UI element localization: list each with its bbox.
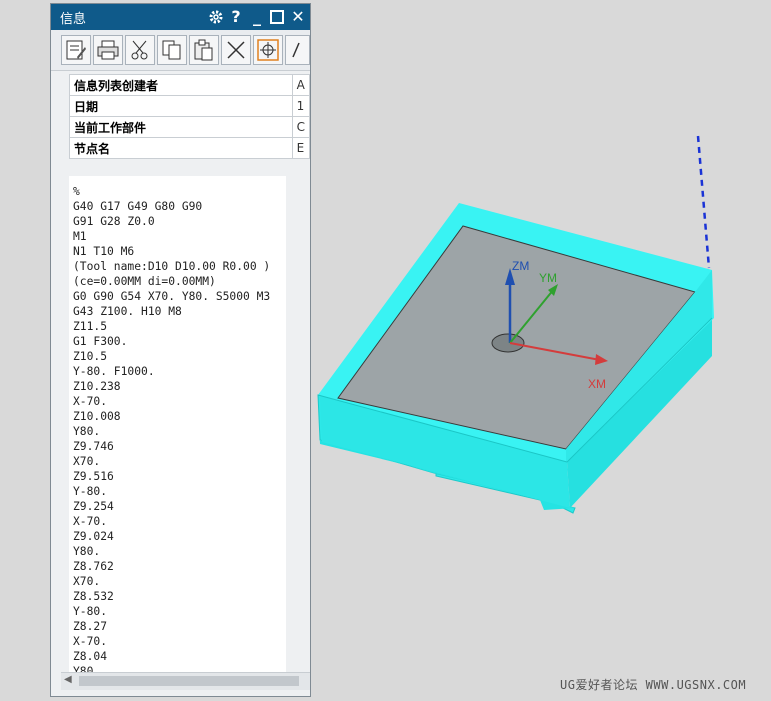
code-line: Z10.008 [73,410,121,423]
window-titlebar[interactable]: 信息 ? _ ✕ [51,4,310,30]
delete-icon[interactable] [221,35,251,65]
code-line: Z11.5 [73,320,108,333]
code-line: G43 Z100. H10 M8 [73,305,182,318]
code-line: Y80. [73,545,101,558]
code-line: Z8.762 [73,560,114,573]
code-line: Z8.04 [73,650,108,663]
table-row: 节点名 E [69,137,310,159]
more-icon[interactable] [285,35,310,65]
property-label: 当前工作部件 [69,116,293,138]
info-window[interactable]: 信息 ? _ ✕ 信息列表创建者 A 日期 1 当前工作部件 C 节点名 E %… [50,3,311,697]
property-value: 1 [291,95,310,117]
table-row: 信息列表创建者 A [69,74,310,96]
hole-feature [491,333,525,353]
code-line: (ce=0.00MM di=0.00MM) [73,275,216,288]
code-line: Z9.516 [73,470,114,483]
code-line: X-70. [73,635,108,648]
code-line: M1 [73,230,87,243]
code-line: G40 G17 G49 G80 G90 [73,200,203,213]
window-title: 信息 [60,12,87,27]
scroll-left-icon[interactable]: ◀ [64,674,72,685]
scroll-thumb[interactable] [79,676,299,686]
code-line: Z10.5 [73,350,108,363]
maximize-icon[interactable] [267,7,287,27]
minimize-button[interactable]: _ [247,7,267,27]
table-row: 当前工作部件 C [69,116,310,138]
code-line: G91 G28 Z0.0 [73,215,155,228]
close-button[interactable]: ✕ [288,7,308,27]
code-line: X-70. [73,515,108,528]
nc-code-listing[interactable]: % G40 G17 G49 G80 G90 G91 G28 Z0.0 M1 N1 T10… [69,176,286,672]
info-toolbar [51,30,310,71]
property-label: 日期 [69,95,293,117]
property-label: 信息列表创建者 [69,74,293,96]
cut-icon[interactable] [125,35,155,65]
y-axis-label: YM [539,271,557,285]
code-line: Y-80. F1000. [73,365,155,378]
code-line: N1 T10 M6 [73,245,135,258]
save-icon[interactable] [61,35,91,65]
copy-icon[interactable] [157,35,187,65]
code-line: X70. [73,575,101,588]
code-line: Z9.024 [73,530,114,543]
vertical-scrollbar[interactable] [286,176,310,672]
code-line: (Tool name:D10 D10.00 R0.00 ) [73,260,271,273]
help-button[interactable]: ? [226,7,246,27]
property-value: C [291,116,310,138]
property-value: E [291,137,310,159]
code-line: X-70. [73,395,108,408]
code-line: G1 F300. [73,335,128,348]
z-axis-label: ZM [512,259,529,273]
info-properties-table: 信息列表创建者 A 日期 1 当前工作部件 C 节点名 E [69,74,310,159]
x-axis-label: XM [588,377,606,391]
watermark-text: UG爱好者论坛 WWW.UGSNX.COM [560,678,747,692]
print-icon[interactable] [93,35,123,65]
target-icon[interactable] [253,35,283,65]
code-line: Z10.238 [73,380,121,393]
workpiece-block [317,203,714,514]
code-line: Z8.27 [73,620,108,633]
code-line: Y-80. [73,485,108,498]
code-line: Y80 [73,665,94,672]
code-lines: % G40 G17 G49 G80 G90 G91 G28 Z0.0 M1 N1 T10… [69,176,286,672]
horizontal-scrollbar[interactable]: ◀ [61,672,310,690]
code-line: G0 G90 G54 X70. Y80. S5000 M3 [73,290,271,303]
tool-path-line [696,135,711,269]
property-value: A [291,74,310,96]
property-label: 节点名 [69,137,293,159]
code-line: % [73,185,80,198]
code-line: X70. [73,455,101,468]
code-line: Y-80. [73,605,108,618]
table-row: 日期 1 [69,95,310,117]
paste-icon[interactable] [189,35,219,65]
code-line: Z9.746 [73,440,114,453]
code-line: Z9.254 [73,500,114,513]
code-line: Y80. [73,425,101,438]
code-line: Z8.532 [73,590,114,603]
gear-icon[interactable] [206,7,226,27]
